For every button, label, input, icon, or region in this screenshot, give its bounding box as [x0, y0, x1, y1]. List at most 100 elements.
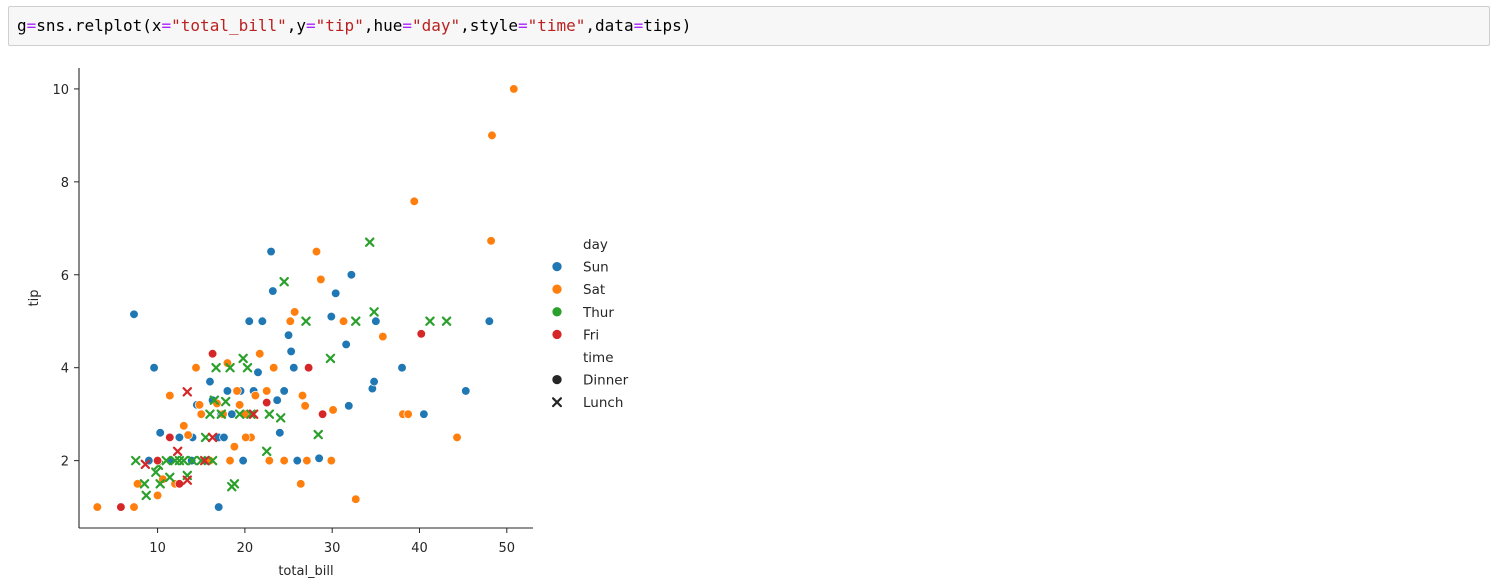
data-point-sat-dinner: [165, 390, 175, 401]
data-point-thur-lunch: [369, 307, 379, 317]
data-point-fri-dinner: [262, 397, 272, 408]
data-point-sat-dinner: [225, 455, 235, 466]
data-point-sat-dinner: [183, 430, 193, 440]
x-axis-label: total_bill: [278, 564, 333, 579]
x-tick-label: 30: [324, 541, 341, 556]
data-point-sun-dinner: [369, 376, 379, 387]
data-point-sun-dinner: [283, 330, 294, 340]
data-point-thur-lunch: [200, 432, 211, 443]
data-point-sun-dinner: [346, 270, 357, 280]
data-point-sun-dinner: [314, 453, 324, 463]
data-point-thur-lunch: [179, 455, 189, 466]
data-point-sun-dinner: [253, 367, 263, 377]
data-point-fri-lunch: [182, 475, 193, 485]
data-point-thur-lunch: [264, 409, 275, 419]
legend-label-fri: Fri: [583, 327, 599, 343]
data-point-sat-dinner: [196, 409, 206, 419]
data-point-thur-lunch: [301, 316, 311, 326]
data-point-thur-lunch: [130, 455, 141, 466]
data-point-sun-dinner: [286, 346, 296, 357]
data-point-fri-dinner: [116, 502, 126, 512]
x-tick-label: 40: [411, 541, 428, 556]
data-point-sun-dinner: [268, 286, 278, 296]
data-point-sun-dinner: [205, 376, 215, 387]
legend-label-sun: Sun: [583, 260, 609, 276]
data-point-sat-dinner: [129, 502, 139, 512]
legend-label-dinner: Dinner: [583, 373, 629, 389]
data-point-sun-dinner: [292, 455, 302, 466]
data-point-sat-dinner: [326, 455, 336, 466]
data-point-sun-dinner: [214, 502, 224, 512]
legend-label-thur: Thur: [582, 305, 614, 321]
data-point-sun-dinner: [326, 311, 336, 322]
data-point-sat-dinner: [378, 331, 388, 342]
legend-marker-thur: [551, 306, 563, 318]
data-point-sat-dinner: [296, 479, 306, 489]
x-tick-label: 20: [237, 541, 254, 556]
data-point-fri-dinner: [416, 329, 426, 339]
data-point-sun-dinner: [155, 428, 165, 438]
y-tick-label: 2: [61, 455, 69, 470]
data-point-sat-dinner: [194, 400, 205, 410]
data-point-sat-dinner: [452, 432, 462, 443]
data-point-thur-lunch: [313, 429, 323, 440]
x-tick-label: 50: [499, 541, 516, 556]
data-point-thur-lunch: [165, 472, 175, 483]
data-point-sun-dinner: [289, 363, 299, 373]
data-point-sat-dinner: [409, 196, 419, 207]
data-point-sun-dinner: [219, 432, 229, 443]
data-point-sun-dinner: [149, 363, 159, 373]
data-point-sat-dinner: [255, 349, 265, 359]
data-point-sun-dinner: [331, 288, 341, 299]
data-point-fri-dinner: [165, 432, 175, 443]
data-point-sat-dinner: [351, 494, 361, 504]
data-point-sat-dinner: [234, 400, 245, 410]
data-point-thur-lunch: [242, 362, 253, 373]
data-point-sat-dinner: [92, 502, 102, 512]
data-point-sun-dinner: [275, 428, 285, 438]
data-point-sat-dinner: [403, 409, 413, 419]
data-point-sun-dinner: [244, 316, 254, 326]
data-point-sat-dinner: [264, 455, 274, 466]
legend-marker-lunch: [551, 397, 563, 408]
data-point-sun-dinner: [272, 395, 282, 405]
data-point-sat-dinner: [269, 363, 279, 373]
data-point-thur-lunch: [261, 446, 272, 457]
data-point-sat-dinner: [152, 490, 163, 501]
data-point-fri-lunch: [172, 446, 183, 457]
data-point-sun-dinner: [461, 386, 471, 396]
data-point-sun-dinner: [279, 386, 289, 396]
data-point-thur-lunch: [441, 316, 452, 326]
plot-area: [92, 84, 519, 512]
axes: 10 20 30 40 50 2 4 6 8 10 total_bill tip: [27, 68, 533, 579]
data-point-fri-dinner: [303, 363, 314, 373]
data-point-sun-dinner: [238, 455, 248, 466]
data-point-thur-lunch: [279, 276, 289, 287]
data-point-sat-dinner: [241, 432, 251, 443]
data-point-sat-dinner: [300, 401, 310, 411]
data-point-thur-lunch: [364, 237, 375, 247]
data-point-fri-lunch: [182, 387, 193, 397]
data-point-sat-dinner: [229, 442, 240, 452]
data-point-sat-dinner: [250, 390, 261, 401]
data-point-sat-dinner: [316, 274, 326, 285]
data-point-sun-dinner: [174, 432, 185, 443]
legend-title-time: time: [583, 350, 614, 366]
data-point-fri-dinner: [174, 479, 185, 489]
legend-label-sat: Sat: [583, 282, 605, 298]
data-point-fri-dinner: [152, 455, 163, 466]
data-point-sat-dinner: [311, 246, 322, 257]
legend-label-lunch: Lunch: [583, 395, 623, 411]
data-point-sat-dinner: [290, 307, 300, 317]
legend-marker-sat: [551, 283, 563, 295]
data-point-sat-dinner: [262, 386, 272, 396]
scatter-chart: 10 20 30 40 50 2 4 6 8 10 total_bill tip day Sun Sat T…: [27, 68, 629, 579]
data-point-thur-lunch: [205, 409, 215, 419]
data-point-sun-dinner: [266, 246, 276, 257]
data-point-thur-lunch: [220, 396, 231, 407]
x-tick-label: 10: [149, 541, 166, 556]
data-point-sun-dinner: [484, 316, 494, 326]
data-point-thur-lunch: [425, 316, 435, 326]
y-tick-label: 4: [61, 362, 69, 377]
legend-marker-sun: [551, 261, 563, 272]
